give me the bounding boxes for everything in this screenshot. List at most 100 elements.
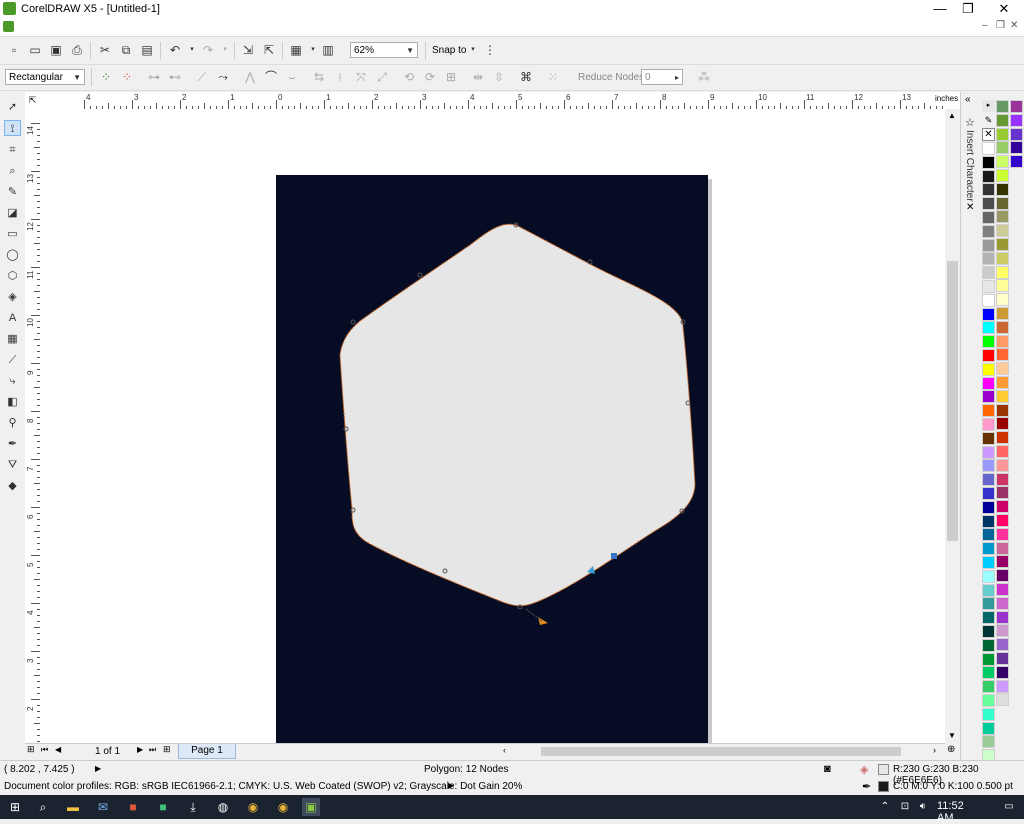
eyedropper-icon[interactable]: ✎ [982,114,995,127]
color-swatch[interactable] [982,597,995,611]
fill-color-swatch[interactable] [878,764,889,775]
insert-character-tab[interactable]: Insert Character [964,130,975,202]
color-swatch[interactable] [996,251,1009,265]
curve-smoothness-field[interactable]: 0 ▸ [641,69,683,85]
elastic-mode-icon[interactable]: ⌘ [518,69,534,85]
eyedropper-tool-icon[interactable]: ⚲ [4,415,21,431]
rounded-polygon-shape[interactable] [339,223,696,607]
color-swatch[interactable] [982,487,995,500]
color-swatch[interactable] [996,100,1009,113]
color-swatch[interactable] [982,293,995,307]
reverse-direction-icon[interactable]: ⇆ [311,69,327,85]
insert-character-icon[interactable]: ☆ [965,116,975,129]
app-icon-gray[interactable]: ◍ [214,798,232,816]
color-swatch[interactable] [982,211,995,224]
color-swatch[interactable] [996,279,1009,293]
color-swatch[interactable] [996,472,1009,486]
palette-menu-icon[interactable]: ▸ [982,100,995,112]
color-swatch[interactable] [1010,127,1023,141]
color-swatch[interactable] [982,721,995,735]
docker-collapse-icon[interactable]: « [965,94,971,105]
scroll-down-icon[interactable]: ▼ [948,731,956,740]
redo-dropdown-icon[interactable]: ▾ [217,42,233,58]
color-swatch[interactable] [982,652,995,666]
color-swatch[interactable] [996,389,1009,403]
color-swatch[interactable] [982,321,995,335]
control-handle[interactable] [538,617,548,625]
color-swatch[interactable] [982,280,995,293]
color-swatch[interactable] [996,693,1009,707]
color-swatch[interactable] [996,431,1009,445]
selected-node-handle[interactable] [611,553,617,559]
no-color-swatch[interactable]: ✕ [982,128,995,141]
color-swatch[interactable] [982,418,995,431]
horizontal-ruler[interactable]: 4 3 2 1 0 1 2 3 4 5 6 7 8 9 10 11 12 13 [40,92,960,110]
color-swatch[interactable] [996,500,1009,514]
app-icon-green[interactable]: ■ [154,798,172,816]
page-1-tab[interactable]: Page 1 [178,744,236,759]
delete-nodes-icon[interactable]: ⁘ [119,69,135,85]
color-swatch[interactable] [982,583,995,597]
outline-tool-icon[interactable]: ✒ [4,436,21,452]
color-swatch[interactable] [1010,155,1023,169]
select-all-nodes-icon[interactable]: ⁙ [545,69,561,85]
print-icon[interactable]: ⎙ [69,42,85,58]
color-swatch[interactable] [996,334,1009,348]
selection-mode-combo[interactable]: Rectangular ▼ [5,69,85,85]
color-swatch[interactable] [982,459,995,473]
color-swatch[interactable] [982,666,995,680]
zoom-tool-icon[interactable]: ⌕ [4,163,21,179]
join-nodes-icon[interactable]: ⊶ [146,69,162,85]
scroll-right-icon[interactable]: › [933,745,936,755]
color-swatch[interactable] [982,376,995,390]
color-swatch[interactable] [982,473,995,487]
color-swatch[interactable] [982,735,995,749]
color-swatch[interactable] [996,403,1009,417]
cusp-node-icon[interactable]: ⋀ [242,69,258,85]
color-swatch[interactable] [982,390,995,404]
color-swatch[interactable] [982,404,995,418]
document-icon[interactable] [3,21,14,32]
ellipse-tool-icon[interactable]: ◯ [4,247,21,263]
ruler-origin-icon[interactable]: ⇱ [25,92,40,110]
windows-start-icon[interactable]: ⊞ [6,798,24,816]
mirror-horizontal-icon[interactable]: ⇹ [470,69,486,85]
volume-icon[interactable]: 🔉︎ [914,798,932,816]
snap-options-icon[interactable]: ⋮ [482,42,498,58]
cut-icon[interactable]: ✂ [97,42,113,58]
color-swatch[interactable] [996,569,1009,583]
color-swatch[interactable] [996,320,1009,334]
color-swatch[interactable] [996,182,1009,196]
node-marker[interactable] [350,319,356,325]
app-launcher-icon[interactable]: ▦ [288,42,304,58]
color-swatch[interactable] [1010,113,1023,127]
color-swatch[interactable] [996,348,1009,362]
paste-icon[interactable]: ▤ [139,42,155,58]
color-swatch[interactable] [982,694,995,707]
color-swatch[interactable] [982,362,995,376]
horizontal-scroll-thumb[interactable] [541,747,901,756]
color-swatch[interactable] [996,679,1009,693]
color-swatch[interactable] [996,362,1009,376]
color-swatch[interactable] [996,196,1009,210]
color-swatch[interactable] [996,169,1009,182]
break-curve-icon[interactable]: ⊷ [167,69,183,85]
color-swatch[interactable] [982,638,995,652]
drawing-canvas[interactable] [40,109,945,743]
interactive-fill-tool-icon[interactable]: ◆ [4,478,21,494]
color-swatch[interactable] [996,541,1009,555]
table-tool-icon[interactable]: ▦ [4,331,21,347]
color-swatch[interactable] [982,569,995,583]
color-swatch[interactable] [982,445,995,459]
blend-tool-icon[interactable]: ◧ [4,394,21,410]
color-swatch[interactable] [982,514,995,528]
color-swatch[interactable] [996,486,1009,500]
color-swatch[interactable] [996,376,1009,389]
color-swatch[interactable] [996,141,1009,155]
rectangle-tool-icon[interactable]: ▭ [4,226,21,242]
minimize-icon[interactable]: — [926,1,954,17]
crop-tool-icon[interactable]: ⌗ [4,142,21,158]
color-swatch[interactable] [996,155,1009,169]
color-swatch[interactable] [982,542,995,556]
add-nodes-icon[interactable]: ⁘ [98,69,114,85]
